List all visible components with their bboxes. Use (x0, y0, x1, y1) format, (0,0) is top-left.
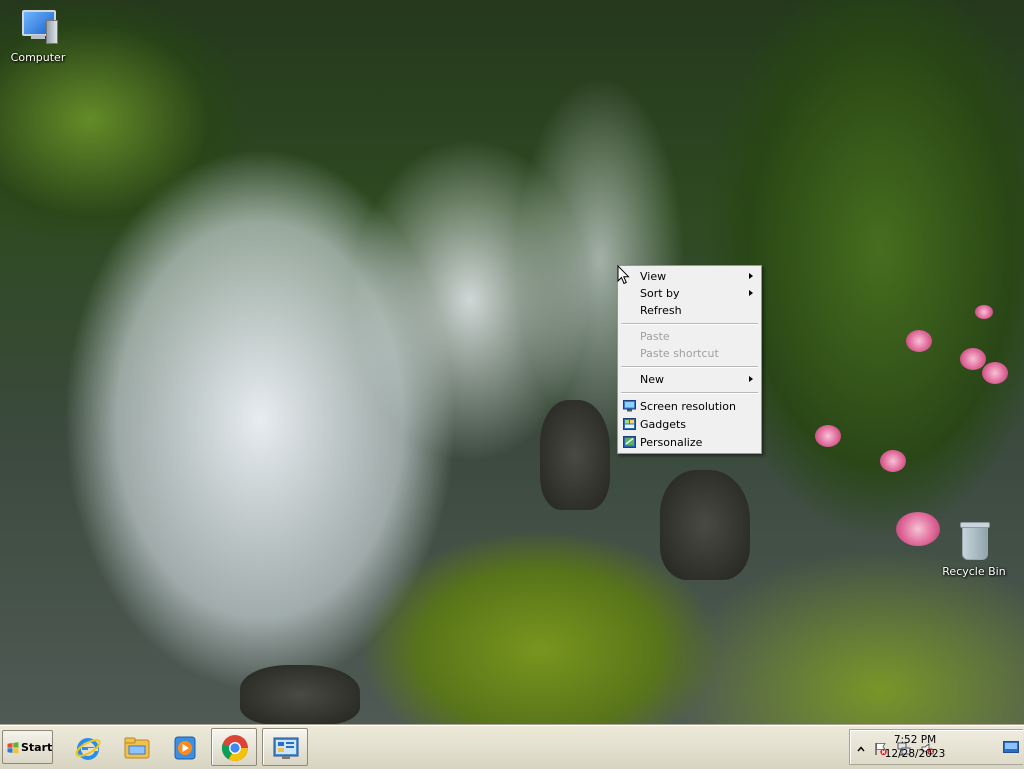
menu-separator (621, 366, 758, 368)
file-explorer-icon (124, 737, 150, 759)
menu-item-screen-resolution[interactable]: Screen resolution (620, 398, 759, 415)
taskbar-chrome[interactable] (211, 728, 257, 766)
desktop-context-menu: View Sort by Refresh Paste Paste shortcu… (617, 265, 762, 454)
menu-item-label: View (640, 270, 667, 283)
menu-item-label: Refresh (640, 304, 682, 317)
recycle-bin-icon (952, 522, 996, 562)
show-hidden-icons-chevron[interactable] (854, 742, 868, 756)
chrome-icon (221, 735, 249, 762)
wallpaper-flower (880, 450, 906, 472)
menu-item-label: Personalize (640, 436, 703, 449)
menu-item-paste-shortcut: Paste shortcut (620, 345, 759, 362)
menu-item-gadgets[interactable]: Gadgets (620, 416, 759, 433)
menu-item-refresh[interactable]: Refresh (620, 302, 759, 319)
wallpaper-rock (660, 470, 750, 580)
wallpaper-flower (982, 362, 1008, 384)
server-manager-icon (273, 737, 299, 759)
menu-item-label: Sort by (640, 287, 680, 300)
menu-item-label: Paste (640, 330, 670, 343)
menu-item-personalize[interactable]: Personalize (620, 434, 759, 451)
menu-item-label: Gadgets (640, 418, 687, 431)
taskbar-internet-explorer[interactable] (64, 728, 110, 766)
wallpaper-rock (240, 665, 360, 725)
desktop-icon-computer[interactable]: Computer (0, 8, 76, 64)
wallpaper-flower (975, 305, 993, 319)
menu-separator (621, 392, 758, 394)
gadgets-icon (623, 418, 636, 430)
show-desktop-icon[interactable] (1003, 741, 1019, 753)
menu-item-paste: Paste (620, 328, 759, 345)
desktop-wallpaper (0, 0, 1024, 725)
personalize-icon (623, 436, 636, 448)
windows-logo-icon (7, 742, 19, 754)
wallpaper-flower (960, 348, 986, 370)
submenu-arrow-icon (749, 273, 753, 279)
menu-item-sort-by[interactable]: Sort by (620, 285, 759, 302)
mouse-cursor-icon (617, 265, 630, 285)
wallpaper-flower (906, 330, 932, 352)
taskbar-file-explorer[interactable] (113, 728, 159, 766)
menu-item-new[interactable]: New (620, 371, 759, 388)
menu-item-view[interactable]: View (620, 268, 759, 285)
clock-time[interactable]: 7:52 PM (880, 734, 950, 746)
start-label: Start (21, 741, 53, 754)
computer-icon (16, 8, 60, 48)
taskbar-server-manager[interactable] (262, 728, 308, 766)
media-player-icon (174, 736, 196, 760)
desktop-icon-label: Recycle Bin (942, 565, 1006, 578)
internet-explorer-icon (75, 738, 101, 760)
desktop-icon-label: Computer (10, 51, 66, 64)
clock-date[interactable]: 12/28/2023 (875, 748, 955, 760)
screen-resolution-icon (623, 400, 636, 412)
submenu-arrow-icon (749, 376, 753, 382)
desktop-icon-recycle-bin[interactable]: Recycle Bin (936, 522, 1012, 578)
submenu-arrow-icon (749, 290, 753, 296)
wallpaper-flower (815, 425, 841, 447)
menu-separator (621, 323, 758, 325)
menu-item-label: New (640, 373, 664, 386)
taskbar: Start 7:52 PM 12/28/2023 (0, 725, 1024, 769)
wallpaper-flower (896, 512, 940, 546)
wallpaper-rock (540, 400, 610, 510)
menu-item-label: Paste shortcut (640, 347, 719, 360)
menu-item-label: Screen resolution (640, 400, 736, 413)
start-button[interactable]: Start (2, 730, 53, 764)
taskbar-media-player[interactable] (161, 728, 207, 766)
